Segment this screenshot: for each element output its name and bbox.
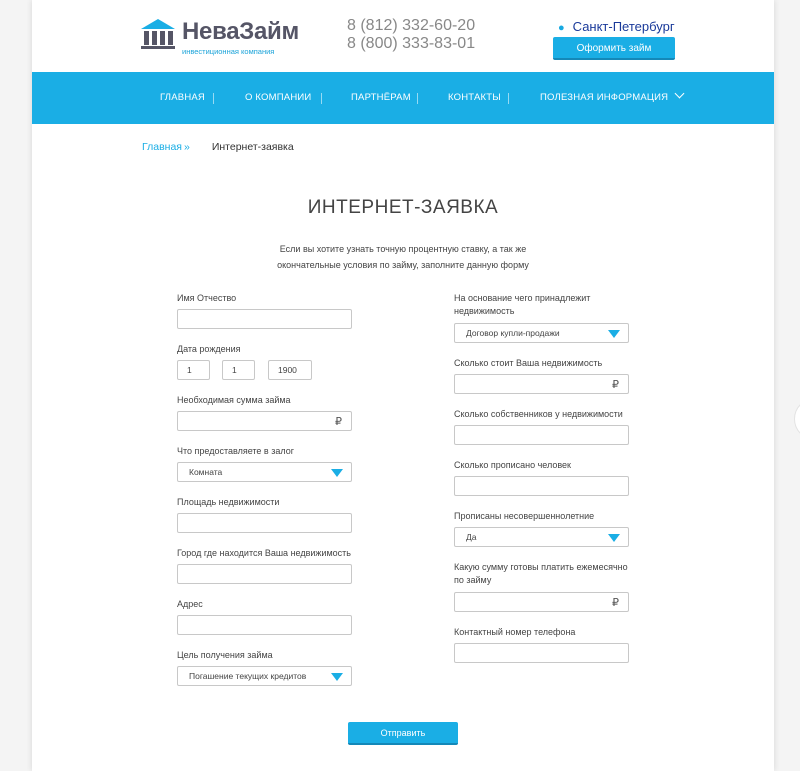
phone-1[interactable]: 8 (812) 332-60-20 (347, 17, 475, 35)
name-label: Имя Отчество (177, 293, 237, 303)
property-city-input[interactable] (177, 564, 352, 584)
ruble-icon: ₽ (612, 379, 619, 391)
page-container: НеваЗайм инвестиционная компания 8 (812)… (32, 0, 774, 771)
nav-item-about[interactable]: О компании (245, 72, 311, 124)
dob-label: Дата рождения (177, 344, 241, 354)
ownership-label-line-2: недвижимость (454, 306, 515, 316)
monthly-payment-label-line-1: Какую сумму готовы платить ежемесячно (454, 562, 628, 572)
monthly-payment-label: Какую сумму готовы платить ежемесячно по… (454, 561, 628, 587)
name-input[interactable] (177, 309, 352, 329)
property-city-label: Город где находится Ваша недвижимость (177, 548, 351, 558)
monthly-payment-input[interactable]: ₽ (454, 592, 629, 612)
main-nav: Главная О компании Партнёрам Контакты По… (32, 72, 774, 124)
nav-divider (417, 93, 418, 104)
city-name: Санкт-Петербург (572, 19, 675, 34)
purpose-value: Погашение текущих кредитов (189, 671, 307, 681)
side-widget-button[interactable] (794, 398, 800, 440)
minors-label: Прописаны несовершеннолетние (454, 511, 595, 521)
logo-subtitle: инвестиционная компания (182, 47, 275, 56)
intro-text: Если вы хотите узнать точную процентную … (262, 241, 544, 273)
logo[interactable]: НеваЗайм инвестиционная компания (140, 16, 300, 60)
dob-month-input[interactable]: 1 (222, 360, 255, 380)
intro-line-1: Если вы хотите узнать точную процентную … (279, 244, 527, 254)
minors-select[interactable]: Да (454, 527, 629, 547)
owners-count-label: Сколько собственников у недвижимости (454, 409, 623, 419)
ownership-value: Договор купли-продажи (466, 328, 560, 338)
area-label: Площадь недвижимости (177, 497, 280, 507)
breadcrumb-home-link[interactable]: Главная (142, 141, 182, 153)
amount-label: Необходимая сумма займа (177, 395, 291, 405)
owners-count-input[interactable] (454, 425, 629, 445)
nav-item-contacts[interactable]: Контакты (448, 72, 501, 124)
phone-label: Контактный номер телефона (454, 627, 576, 637)
amount-input[interactable]: ₽ (177, 411, 352, 431)
collateral-select[interactable]: Комната (177, 462, 352, 482)
collateral-value: Комната (189, 467, 223, 477)
phone-2[interactable]: 8 (800) 333-83-01 (347, 35, 475, 53)
location-pin-icon: ● (558, 22, 565, 34)
phone-numbers: 8 (812) 332-60-20 8 (800) 333-83-01 (347, 17, 475, 53)
nav-divider (213, 93, 214, 104)
property-price-label: Сколько стоит Ваша недвижимость (454, 358, 603, 368)
dropdown-arrow-icon (331, 469, 343, 477)
apply-loan-button[interactable]: Оформить займ (553, 37, 675, 60)
purpose-label: Цель получения займа (177, 650, 273, 660)
nav-divider (321, 93, 322, 104)
dropdown-arrow-icon (331, 673, 343, 681)
breadcrumb-current: Интернет-заявка (211, 141, 294, 153)
ownership-select[interactable]: Договор купли-продажи (454, 323, 629, 343)
nav-divider (508, 93, 509, 104)
property-price-input[interactable]: ₽ (454, 374, 629, 394)
dob-year-input[interactable]: 1900 (268, 360, 312, 380)
bank-building-icon (141, 19, 175, 49)
ruble-icon: ₽ (335, 416, 342, 428)
city-selector[interactable]: ● Санкт-Петербург (558, 19, 675, 34)
dob-day-input[interactable]: 1 (177, 360, 210, 380)
nav-item-useful-info[interactable]: Полезная информация (540, 72, 685, 124)
breadcrumb-separator: » (183, 141, 190, 153)
area-input[interactable] (177, 513, 352, 533)
intro-line-2: окончательные условия по займу, заполнит… (277, 260, 529, 270)
address-input[interactable] (177, 615, 352, 635)
dropdown-arrow-icon (608, 330, 620, 338)
nav-item-home[interactable]: Главная (160, 72, 205, 124)
registered-count-label: Сколько прописано человек (454, 460, 571, 470)
ruble-icon: ₽ (612, 597, 619, 609)
nav-item-useful-info-label: Полезная информация (540, 92, 669, 103)
ownership-label: На основание чего принадлежит недвижимос… (454, 292, 590, 318)
nav-item-partners[interactable]: Партнёрам (351, 72, 411, 124)
ownership-label-line-1: На основание чего принадлежит (454, 293, 591, 303)
phone-input[interactable] (454, 643, 629, 663)
page-title: ИНТЕРНЕТ-ЗАЯВКА (307, 197, 499, 218)
breadcrumb: Главная» Интернет-заявка (142, 141, 294, 153)
address-label: Адрес (177, 599, 203, 609)
monthly-payment-label-line-2: по займу (454, 575, 492, 585)
logo-name: НеваЗайм (182, 18, 299, 45)
dropdown-arrow-icon (608, 534, 620, 542)
minors-value: Да (466, 532, 477, 542)
chevron-down-icon (674, 88, 685, 99)
registered-count-input[interactable] (454, 476, 629, 496)
purpose-select[interactable]: Погашение текущих кредитов (177, 666, 352, 686)
submit-button[interactable]: Отправить (348, 722, 458, 745)
collateral-label: Что предоставляете в залог (177, 446, 294, 456)
